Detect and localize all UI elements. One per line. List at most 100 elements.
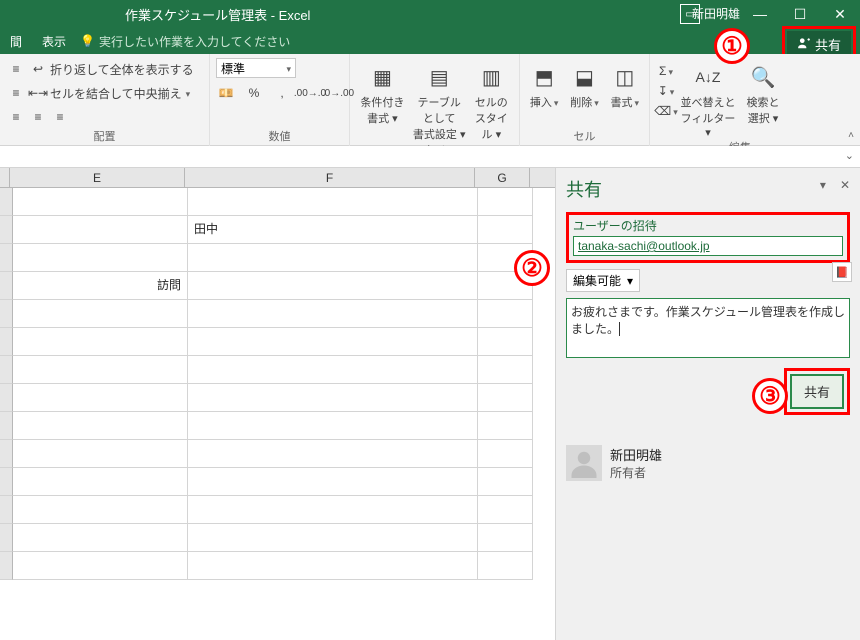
delete-cells-icon: ⬓ [569, 62, 599, 92]
ribbon-display-options-icon[interactable]: ▭ [680, 4, 700, 24]
autosum-icon[interactable]: Σ [656, 62, 676, 80]
cell-F2[interactable]: 田中 [188, 216, 478, 244]
formula-bar[interactable]: ⌄ [0, 146, 860, 168]
clear-icon[interactable]: ⌫ [656, 102, 676, 120]
share-submit-label: 共有 [804, 385, 830, 400]
owner-role: 所有者 [610, 464, 662, 481]
group-label-number: 数値 [216, 128, 343, 146]
find-select-label: 検索と 選択 ▾ [747, 94, 780, 126]
group-cells: ⬒ 挿入 ⬓ 削除 ◫ 書式 セル [520, 54, 650, 146]
callout-2: ② [514, 250, 550, 286]
message-text: お疲れさまです。作業スケジュール管理表を作成しました。 [571, 305, 845, 336]
permission-select[interactable]: 編集可能 ▾ [566, 269, 640, 292]
align-middle-icon[interactable]: ≡ [6, 84, 26, 102]
callout-3: ③ [752, 378, 788, 414]
format-as-table-label: テーブルとして 書式設定 ▾ [413, 94, 466, 142]
align-left-icon[interactable]: ≡ [6, 108, 26, 126]
invite-email-input[interactable]: tanaka-sachi@outlook.jp [573, 236, 843, 256]
format-as-table-button[interactable]: ▤ テーブルとして 書式設定 ▾ [413, 58, 466, 142]
sort-filter-icon: A↓Z [693, 62, 723, 92]
rowcol-corner[interactable] [0, 168, 10, 187]
conditional-format-icon: ▦ [367, 62, 397, 92]
find-select-button[interactable]: 🔍 検索と 選択 ▾ [740, 58, 786, 126]
close-button[interactable]: ✕ [820, 0, 860, 28]
align-right-icon[interactable]: ≡ [50, 108, 70, 126]
delete-label: 削除 [570, 97, 592, 109]
window-title: 作業スケジュール管理表 - Excel [125, 5, 310, 24]
format-as-table-icon: ▤ [424, 62, 454, 92]
col-header-G[interactable]: G [475, 168, 530, 187]
number-format-value: 標準 [221, 60, 245, 77]
group-label-cells: セル [526, 128, 643, 146]
ribbon: ≡ ↩ 折り返して全体を表示する ≡ ⇤⇥ セルを結合して中央揃え ≡ ≡ ≡ … [0, 54, 860, 146]
message-textarea[interactable]: お疲れさまです。作業スケジュール管理表を作成しました。 [566, 298, 850, 358]
merge-dropdown-icon[interactable] [184, 86, 191, 100]
callout-1: ① [714, 28, 750, 64]
col-header-E[interactable]: E [10, 168, 185, 187]
wrap-text-label[interactable]: 折り返して全体を表示する [50, 61, 194, 78]
permission-caret-icon: ▾ [627, 274, 633, 288]
sort-filter-label: 並べ替えと フィルター ▾ [680, 94, 736, 139]
group-styles: ▦ 条件付き 書式 ▾ ▤ テーブルとして 書式設定 ▾ ▥ セルの スタイル … [350, 54, 520, 146]
delete-caret-icon [592, 97, 599, 109]
group-label-alignment: 配置 [6, 128, 203, 146]
share-pane: ▾ ✕ 共有 ユーザーの招待 tanaka-sachi@outlook.jp 📕… [555, 168, 860, 640]
accounting-format-icon[interactable]: 💴 [216, 84, 236, 102]
percent-format-icon[interactable]: % [244, 84, 264, 102]
person-share-icon [797, 36, 811, 53]
collapse-ribbon-icon[interactable]: ˄ [848, 130, 854, 141]
annotation-box-2: ユーザーの招待 tanaka-sachi@outlook.jp [566, 212, 850, 263]
wrap-text-icon[interactable]: ↩ [28, 60, 48, 78]
avatar-icon [566, 445, 602, 481]
insert-cells-button[interactable]: ⬒ 挿入 [526, 58, 562, 110]
owner-row: 新田明雄 所有者 [566, 445, 850, 481]
format-cells-icon: ◫ [610, 62, 640, 92]
group-number: 標準 💴 % , .00→.0 .0→.00 数値 [210, 54, 350, 146]
group-alignment: ≡ ↩ 折り返して全体を表示する ≡ ⇤⇥ セルを結合して中央揃え ≡ ≡ ≡ … [0, 54, 210, 146]
tab-view[interactable]: 表示 [32, 28, 76, 54]
lightbulb-icon: 💡 [80, 34, 95, 48]
cell-styles-icon: ▥ [476, 62, 506, 92]
col-header-F[interactable]: F [185, 168, 475, 187]
share-pane-title: 共有 [566, 176, 850, 202]
number-format-select[interactable]: 標準 [216, 58, 296, 78]
pane-close-icon[interactable]: ✕ [840, 178, 850, 192]
comma-format-icon[interactable]: , [272, 84, 292, 102]
insert-caret-icon [552, 97, 559, 109]
conditional-format-button[interactable]: ▦ 条件付き 書式 ▾ [356, 58, 409, 126]
format-cells-button[interactable]: ◫ 書式 [607, 58, 643, 110]
tell-me-placeholder: 実行したい作業を入力してください [99, 33, 290, 50]
sort-filter-button[interactable]: A↓Z 並べ替えと フィルター ▾ [680, 58, 736, 139]
owner-name: 新田明雄 [610, 445, 662, 464]
address-book-icon[interactable]: 📕 [832, 262, 852, 282]
pane-menu-icon[interactable]: ▾ [820, 178, 826, 192]
worksheet-grid[interactable]: E F G 田中 訪問 [0, 168, 555, 640]
permission-value: 編集可能 [573, 272, 621, 289]
decrease-decimal-icon[interactable]: .0→.00 [328, 84, 348, 102]
formula-bar-expand-icon[interactable]: ⌄ [845, 149, 854, 162]
share-submit-button[interactable]: 共有 [790, 374, 844, 409]
delete-cells-button[interactable]: ⬓ 削除 [566, 58, 602, 110]
title-bar: 作業スケジュール管理表 - Excel 新田明雄 ▭ — ☐ ✕ [0, 0, 860, 28]
merge-center-label[interactable]: セルを結合して中央揃え [50, 85, 182, 102]
find-select-icon: 🔍 [748, 62, 778, 92]
conditional-format-label: 条件付き 書式 ▾ [360, 94, 404, 126]
format-caret-icon [633, 97, 640, 109]
format-label: 書式 [611, 97, 633, 109]
merge-icon[interactable]: ⇤⇥ [28, 84, 48, 102]
group-editing: Σ ↧ ⌫ A↓Z 並べ替えと フィルター ▾ 🔍 検索と 選択 ▾ 編集 [650, 54, 830, 146]
fill-icon[interactable]: ↧ [656, 82, 676, 100]
minimize-button[interactable]: — [740, 0, 780, 28]
column-headers: E F G [0, 168, 555, 188]
annotation-box-3: 共有 [784, 368, 850, 415]
align-top-icon[interactable]: ≡ [6, 60, 26, 78]
cell-E4[interactable]: 訪問 [13, 272, 188, 300]
invite-label: ユーザーの招待 [573, 217, 843, 234]
increase-decimal-icon[interactable]: .00→.0 [300, 84, 320, 102]
cell-styles-label: セルの スタイル ▾ [470, 94, 513, 142]
tab-partial[interactable]: 間 [0, 28, 32, 54]
maximize-button[interactable]: ☐ [780, 0, 820, 28]
cell-styles-button[interactable]: ▥ セルの スタイル ▾ [470, 58, 513, 142]
tell-me-search[interactable]: 💡 実行したい作業を入力してください [80, 33, 290, 50]
align-center-icon[interactable]: ≡ [28, 108, 48, 126]
